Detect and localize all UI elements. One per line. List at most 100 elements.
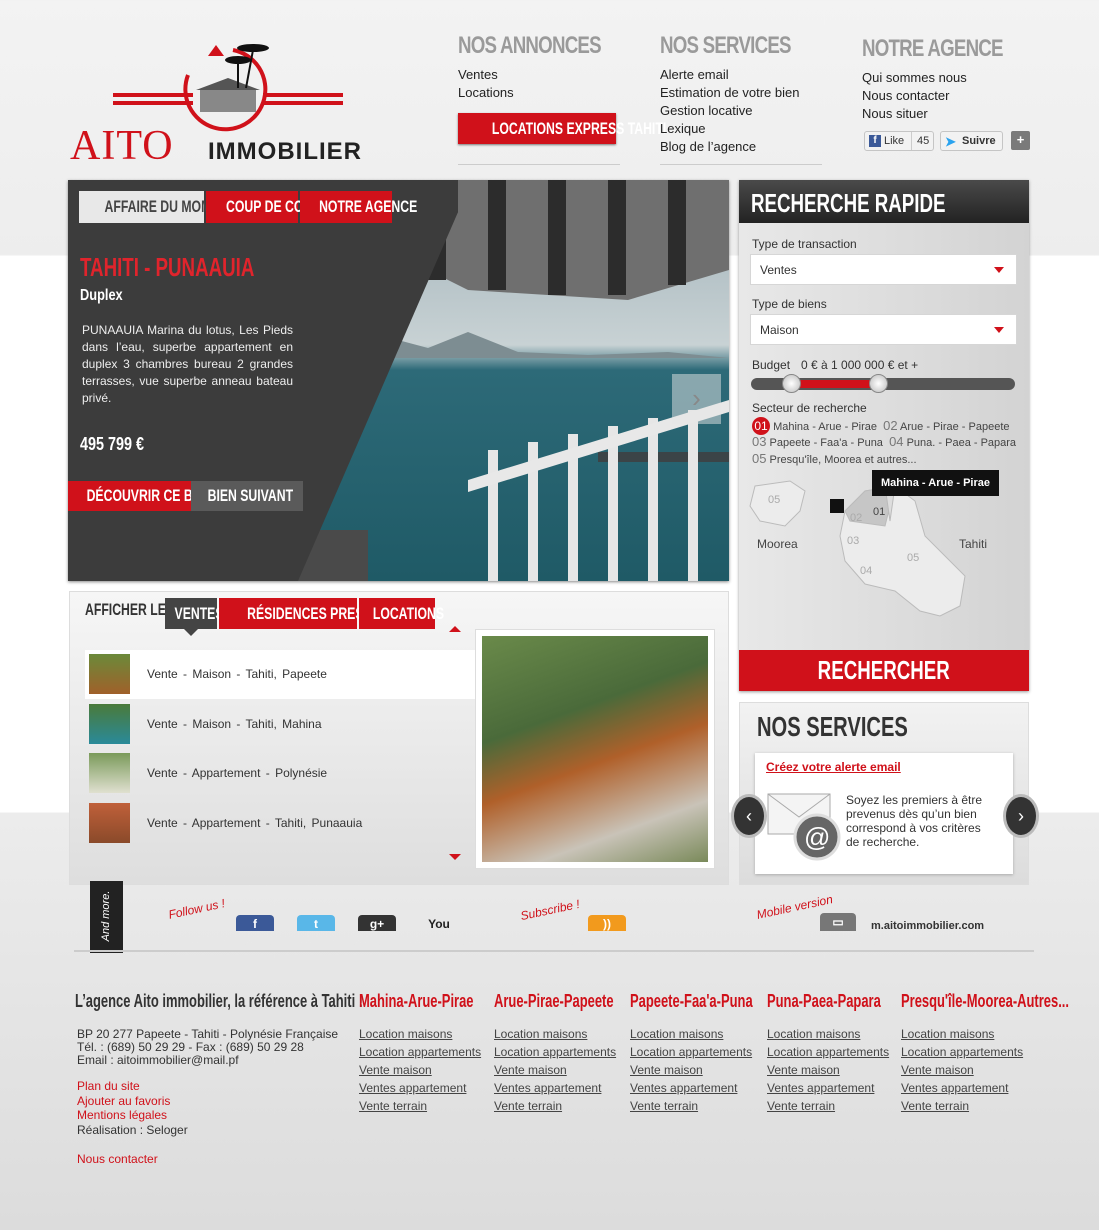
nav-annonces: NOS ANNONCES Ventes Locations xyxy=(458,32,641,102)
chevron-down-icon xyxy=(994,267,1004,273)
twitter-follow-button[interactable]: ➤ Suivre xyxy=(940,131,1003,151)
chevron-right-icon[interactable]: › xyxy=(1006,797,1036,835)
scroll-down-icon[interactable] xyxy=(449,854,461,860)
share-plus-icon[interactable]: + xyxy=(1011,131,1030,150)
sector-02[interactable]: Arue - Pirae - Papeete xyxy=(900,421,1009,433)
nav-alerte-email-link[interactable]: Alerte email xyxy=(660,66,828,84)
sitemap-link[interactable]: Plan du site xyxy=(77,1079,140,1093)
and-more-tab: And more. xyxy=(90,881,123,953)
nav-situer-link[interactable]: Nous situer xyxy=(862,105,1042,123)
budget-label: Budget xyxy=(752,358,791,372)
sector-05[interactable]: Presqu'île, Moorea et autres... xyxy=(770,454,917,466)
list-item[interactable]: Vente - Appartement - Polynésie xyxy=(85,749,475,798)
nav-lexique-link[interactable]: Lexique xyxy=(660,120,828,138)
nav-services-title: NOS SERVICES xyxy=(660,32,792,59)
tab-locations[interactable]: LOCATIONS xyxy=(359,598,444,629)
chevron-right-icon[interactable]: › xyxy=(672,374,721,424)
featured-property-photo[interactable] xyxy=(475,629,715,869)
search-button[interactable]: RECHERCHER xyxy=(739,650,1029,691)
credit-text: Réalisation : Seloger xyxy=(77,1123,188,1137)
rss-icon[interactable]: )) xyxy=(588,915,626,931)
next-property-button[interactable]: BIEN SUIVANT xyxy=(191,481,303,511)
budget-slider[interactable] xyxy=(751,374,1015,393)
like-count: 45 xyxy=(911,132,929,150)
tab-coup-de-coeur[interactable]: COUP DE COEUR xyxy=(206,191,329,223)
footer-contact-link[interactable]: Nous contacter xyxy=(77,1152,158,1166)
nav-locations-link[interactable]: Locations xyxy=(458,84,641,102)
sector-label: Secteur de recherche xyxy=(752,401,867,415)
discover-button[interactable]: DÉCOUVRIR CE BIEN xyxy=(68,481,213,511)
listing-box: AFFICHER LES VENTES RÉSIDENCES PRESTIGE … xyxy=(69,591,729,885)
footer-link[interactable]: Vente maison xyxy=(901,1061,1099,1079)
add-favorites-link[interactable]: Ajouter au favoris xyxy=(77,1094,170,1108)
tab-ventes[interactable]: VENTES xyxy=(165,598,224,629)
list-item[interactable]: Vente - Maison - Tahiti, Mahina xyxy=(85,700,475,749)
hero-price: 495 799 € xyxy=(80,434,145,454)
tab-affaire-du-moment[interactable]: AFFAIRE DU MOMENT xyxy=(79,191,236,223)
chevron-down-icon xyxy=(994,327,1004,333)
logo-text-main: AITO xyxy=(70,123,174,169)
youtube-icon[interactable]: You xyxy=(420,915,458,931)
budget-min-handle[interactable] xyxy=(781,374,801,393)
sector-04[interactable]: Puna. - Paea - Papara xyxy=(907,437,1016,449)
footer-column-presquile: Presqu'île-Moorea-Autres... Location mai… xyxy=(901,991,1099,1115)
property-thumbnail xyxy=(89,654,130,694)
divider xyxy=(458,164,620,165)
nav-contact-link[interactable]: Nous contacter xyxy=(862,87,1042,105)
active-tab-pointer xyxy=(184,629,198,636)
subscribe-note: Subscribe ! xyxy=(519,896,581,924)
list-item[interactable]: Vente - Appartement - Tahiti, Punaauia xyxy=(85,799,475,848)
sector-01[interactable]: Mahina - Arue - Pirae xyxy=(773,421,877,433)
tab-residences-prestige[interactable]: RÉSIDENCES PRESTIGE xyxy=(219,598,392,629)
map-pin-icon xyxy=(830,499,844,513)
svg-text:01: 01 xyxy=(873,506,885,518)
nav-qui-sommes-nous-link[interactable]: Qui sommes nous xyxy=(862,69,1042,87)
svg-text:@: @ xyxy=(804,822,830,852)
nav-annonces-title: NOS ANNONCES xyxy=(458,32,602,59)
nav-gestion-locative-link[interactable]: Gestion locative xyxy=(660,102,828,120)
twitter-icon[interactable]: t xyxy=(297,915,335,931)
sector-num-01[interactable]: 01 xyxy=(752,417,770,435)
property-thumbnail xyxy=(89,803,130,843)
facebook-icon[interactable]: f xyxy=(236,915,274,931)
logo[interactable]: AITO IMMOBILIER xyxy=(68,40,388,169)
locations-express-button[interactable]: LOCATIONS EXPRESS TAHITI xyxy=(458,113,666,144)
map-tooltip: Mahina - Arue - Pirae xyxy=(872,470,999,496)
hero-slider: AFFAIRE DU MOMENT COUP DE COEUR NOTRE AG… xyxy=(68,180,729,581)
sector-03[interactable]: Papeete - Faa'a - Puna xyxy=(770,437,883,449)
list-item[interactable]: Vente - Maison - Tahiti, Papeete xyxy=(85,650,475,699)
transaction-select[interactable]: Ventes xyxy=(750,254,1017,285)
nav-estimation-link[interactable]: Estimation de votre bien xyxy=(660,84,828,102)
budget-max-handle[interactable] xyxy=(868,374,888,393)
tab-notre-agence[interactable]: NOTRE AGENCE xyxy=(300,191,417,223)
property-type-select[interactable]: Maison xyxy=(750,314,1017,345)
footer-link[interactable]: Location maisons xyxy=(901,1025,1099,1043)
facebook-like-button[interactable]: f Like 45 xyxy=(864,131,934,151)
svg-text:03: 03 xyxy=(847,535,859,547)
quick-search-panel: RECHERCHE RAPIDE Type de transaction Ven… xyxy=(739,180,1029,691)
property-thumbnail xyxy=(89,753,130,793)
footer-title: L’agence Aito immobilier, la référence à… xyxy=(75,991,364,1011)
chevron-left-icon[interactable]: ‹ xyxy=(734,797,764,835)
legal-link[interactable]: Mentions légales xyxy=(77,1108,167,1122)
budget-value: 0 € à 1 000 000 € et + xyxy=(801,358,919,372)
email-icon: @ xyxy=(767,793,841,861)
footer-address: BP 20 277 Papeete - Tahiti - Polynésie F… xyxy=(77,1027,339,1067)
mobile-url[interactable]: m.aitoimmobilier.com xyxy=(871,920,984,932)
sector-row: 01 Mahina - Arue - Pirae 02 Arue - Pirae… xyxy=(752,417,1010,435)
mobile-phone-icon[interactable]: ▭ xyxy=(820,913,856,931)
scroll-up-icon[interactable] xyxy=(449,626,461,632)
svg-text:Moorea: Moorea xyxy=(757,537,798,551)
footer-link[interactable]: Location appartements xyxy=(901,1043,1099,1061)
svg-text:05: 05 xyxy=(907,552,919,564)
nav-ventes-link[interactable]: Ventes xyxy=(458,66,641,84)
services-box: NOS SERVICES Créez votre alerte email @ … xyxy=(734,702,1036,885)
footer-link[interactable]: Ventes appartement xyxy=(901,1079,1099,1097)
nav-blog-link[interactable]: Blog de l’agence xyxy=(660,138,828,156)
email-alert-link[interactable]: Créez votre alerte email xyxy=(766,760,901,774)
google-plus-icon[interactable]: g+ xyxy=(358,915,396,931)
services-title: NOS SERVICES xyxy=(757,711,908,742)
nav-services: NOS SERVICES Alerte email Estimation de … xyxy=(660,32,828,156)
footer-link[interactable]: Vente terrain xyxy=(901,1097,1099,1115)
sector-row: 03 Papeete - Faa'a - Puna 04 Puna. - Pae… xyxy=(752,434,1017,449)
